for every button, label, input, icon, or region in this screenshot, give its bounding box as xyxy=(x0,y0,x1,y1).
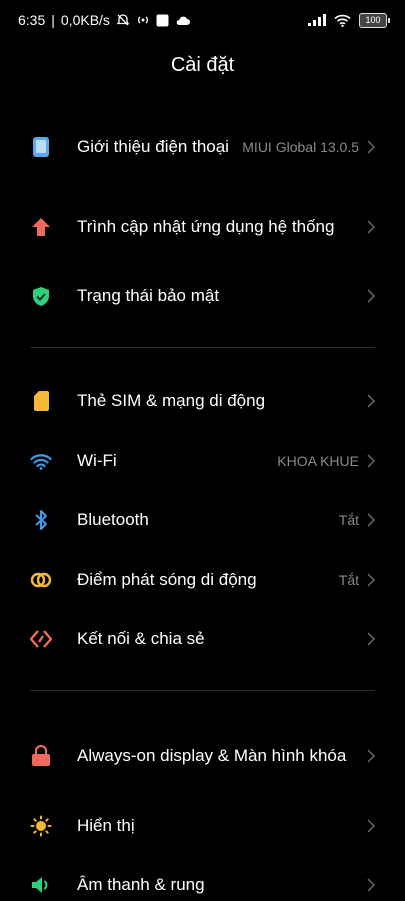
settings-item-label: Hiển thị xyxy=(77,816,135,835)
settings-item-bluetooth[interactable]: Bluetooth Tắt xyxy=(0,504,405,536)
chevron-right-icon xyxy=(367,220,377,234)
settings-item-about-phone[interactable]: Giới thiệu điện thoại MIUI Global 13.0.5 xyxy=(0,120,405,174)
chevron-right-icon xyxy=(367,819,377,833)
settings-item-sound-vibration[interactable]: Âm thanh & rung xyxy=(0,869,405,901)
sun-icon xyxy=(30,815,52,837)
status-bar: 6:35 | 0,0KB/s 100 xyxy=(0,0,405,40)
chevron-right-icon xyxy=(367,749,377,763)
wifi-icon xyxy=(30,450,52,472)
divider xyxy=(30,690,375,691)
chevron-right-icon xyxy=(367,394,377,408)
hotspot-status-icon xyxy=(136,13,150,27)
separator: | xyxy=(51,12,55,28)
status-left: 6:35 | 0,0KB/s xyxy=(18,12,190,28)
network-speed: 0,0KB/s xyxy=(60,12,110,28)
settings-item-label: Always-on display & Màn hình khóa xyxy=(77,746,347,765)
settings-item-label: Wi-Fi xyxy=(77,451,117,470)
chevron-right-icon xyxy=(367,632,377,646)
chevron-right-icon xyxy=(367,454,377,468)
settings-item-label: Kết nối & chia sẻ xyxy=(77,629,205,648)
phone-icon xyxy=(30,136,52,158)
status-right: 100 xyxy=(308,12,390,28)
settings-item-label: Âm thanh & rung xyxy=(77,875,205,894)
shield-icon xyxy=(30,285,52,307)
chevron-right-icon xyxy=(367,878,377,892)
settings-item-sim-mobile-network[interactable]: Thẻ SIM & mạng di động xyxy=(0,385,405,417)
hotspot-icon xyxy=(30,569,52,591)
settings-item-label: Trạng thái bảo mật xyxy=(77,286,220,305)
chevron-right-icon xyxy=(367,513,377,527)
settings-item-security-status[interactable]: Trạng thái bảo mật xyxy=(0,280,405,312)
settings-item-mobile-hotspot[interactable]: Điểm phát sóng di động Tắt xyxy=(0,564,405,596)
signal-icon xyxy=(308,14,326,26)
chevron-right-icon xyxy=(367,289,377,303)
settings-item-display[interactable]: Hiển thị xyxy=(0,810,405,842)
settings-item-label: Thẻ SIM & mạng di động xyxy=(77,391,266,410)
settings-item-value: Tắt xyxy=(338,512,359,528)
cloud-icon xyxy=(175,15,190,26)
settings-item-label: Giới thiệu điện thoại xyxy=(77,137,229,156)
arrow-up-icon xyxy=(30,216,52,238)
battery-indicator: 100 xyxy=(359,12,390,28)
settings-item-connection-sharing[interactable]: Kết nối & chia sẻ xyxy=(0,623,405,655)
sim-icon xyxy=(30,390,52,412)
app-notification-icon xyxy=(156,14,169,27)
settings-item-value: MIUI Global 13.0.5 xyxy=(242,139,359,155)
settings-item-lock-screen[interactable]: Always-on display & Màn hình khóa xyxy=(0,729,405,783)
settings-item-value: KHOA KHUE xyxy=(277,453,359,469)
chevron-right-icon xyxy=(367,140,377,154)
chevron-right-icon xyxy=(367,573,377,587)
settings-item-value: Tắt xyxy=(338,572,359,588)
clock: 6:35 xyxy=(18,12,46,28)
bluetooth-icon xyxy=(30,509,52,531)
connection-icon xyxy=(30,628,52,650)
wifi-status-icon xyxy=(334,14,351,27)
settings-item-label: Trình cập nhật ứng dụng hệ thống xyxy=(77,217,335,236)
page-title: Cài đặt xyxy=(170,54,235,76)
settings-item-wifi[interactable]: Wi-Fi KHOA KHUE xyxy=(0,445,405,477)
speaker-icon xyxy=(30,874,52,896)
lock-icon xyxy=(30,745,52,767)
settings-item-system-app-updater[interactable]: Trình cập nhật ứng dụng hệ thống xyxy=(0,200,405,254)
divider xyxy=(30,347,375,348)
do-not-disturb-icon xyxy=(116,13,130,27)
settings-item-label: Điểm phát sóng di động xyxy=(77,570,257,589)
settings-item-label: Bluetooth xyxy=(77,510,149,529)
